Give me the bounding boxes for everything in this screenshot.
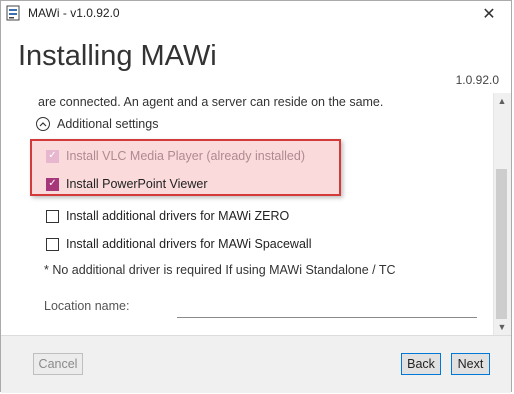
location-name-label: Location name: (44, 299, 130, 313)
checkbox-mawi-zero-drivers[interactable]: Install additional drivers for MAWi ZERO (46, 209, 289, 223)
version-label: 1.0.92.0 (455, 73, 499, 87)
footer-bar: Cancel Back Next (1, 335, 511, 393)
checkbox-powerpoint-box[interactable]: ✓ (46, 177, 59, 191)
page-title: Installing MAWi (18, 40, 217, 72)
vertical-scrollbar[interactable]: ▲ ▼ (493, 93, 509, 335)
installer-window: MAWi - v1.0.92.0 ✕ Installing MAWi 1.0.9… (0, 0, 512, 393)
scroll-thumb[interactable] (496, 169, 507, 319)
checkbox-mawi-spacewall-label[interactable]: Install additional drivers for MAWi Spac… (66, 237, 311, 251)
settings-panel: are connected. An agent and a server can… (1, 93, 495, 335)
additional-settings-label: Additional settings (57, 117, 159, 131)
scroll-up-icon[interactable]: ▲ (494, 93, 510, 109)
close-icon: ✕ (482, 6, 496, 23)
next-button[interactable]: Next (451, 353, 490, 375)
checkbox-vlc-box: ✓ (46, 149, 59, 163)
title-bar: MAWi - v1.0.92.0 ✕ (1, 1, 511, 27)
close-button[interactable]: ✕ (467, 1, 511, 27)
driver-note: * No additional driver is required If us… (44, 263, 396, 277)
app-icon (6, 5, 20, 21)
checkbox-mawi-zero-label[interactable]: Install additional drivers for MAWi ZERO (66, 209, 289, 223)
checkbox-mawi-zero-box[interactable] (46, 209, 59, 223)
scroll-down-icon[interactable]: ▼ (494, 319, 510, 335)
chevron-up-icon (36, 117, 50, 131)
checkbox-vlc: ✓ Install VLC Media Player (already inst… (46, 149, 305, 163)
checkbox-powerpoint-label[interactable]: Install PowerPoint Viewer (66, 177, 208, 191)
checkbox-mawi-spacewall-drivers[interactable]: Install additional drivers for MAWi Spac… (46, 237, 311, 251)
description-text: are connected. An agent and a server can… (38, 95, 384, 109)
checkbox-mawi-spacewall-box[interactable] (46, 237, 59, 251)
footer-divider (1, 335, 511, 336)
cancel-button[interactable]: Cancel (33, 353, 83, 375)
location-name-input[interactable] (177, 299, 477, 318)
checkbox-powerpoint-viewer[interactable]: ✓ Install PowerPoint Viewer (46, 177, 208, 191)
back-button[interactable]: Back (401, 353, 441, 375)
additional-settings-toggle[interactable]: Additional settings (36, 117, 158, 131)
window-title: MAWi - v1.0.92.0 (28, 6, 120, 20)
page-header: Installing MAWi 1.0.92.0 (1, 27, 511, 93)
checkbox-vlc-label: Install VLC Media Player (already instal… (66, 149, 305, 163)
